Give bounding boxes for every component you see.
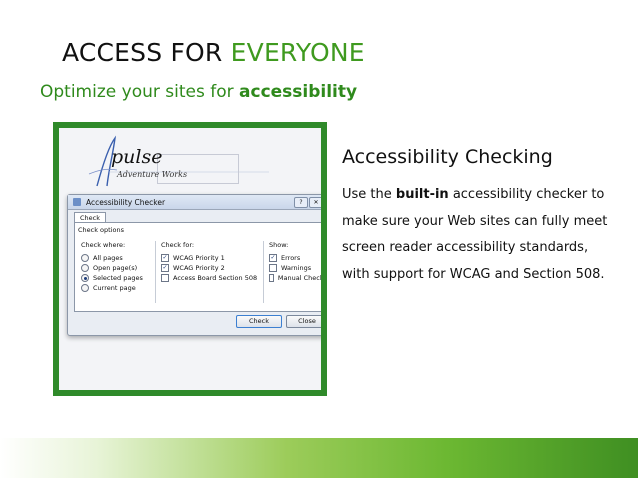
body-bold: built-in bbox=[395, 187, 449, 202]
title-prefix: ACCESS FOR bbox=[62, 38, 231, 67]
pulse-logo-word: pulse bbox=[111, 146, 163, 168]
radio-open-pages[interactable]: Open page(s) bbox=[81, 263, 143, 273]
check-options-label: Check options bbox=[78, 226, 125, 234]
screenshot-frame: pulse Adventure Works Accessibility Chec… bbox=[53, 122, 327, 396]
radio-button[interactable] bbox=[81, 264, 89, 272]
accessibility-checker-dialog: Accessibility Checker ? ✕ Check Check op… bbox=[67, 194, 321, 336]
checkbox-checked[interactable]: ✓ bbox=[161, 254, 169, 262]
slide-title: ACCESS FOR EVERYONE bbox=[62, 38, 365, 67]
checkbox-wcag-priority-2[interactable]: ✓ WCAG Priority 2 bbox=[161, 263, 257, 273]
footer-gradient-bar bbox=[0, 438, 638, 478]
check-options-panel: Check options Check where: All pages Ope… bbox=[74, 222, 321, 312]
section-body: Use the built-in accessibility checker t… bbox=[342, 182, 612, 288]
column-divider bbox=[263, 241, 264, 303]
close-icon[interactable]: ✕ bbox=[309, 197, 321, 208]
subtitle-bold: accessibility bbox=[239, 82, 358, 102]
check-button[interactable]: Check bbox=[236, 315, 282, 328]
radio-button-selected[interactable] bbox=[81, 274, 89, 282]
checkbox-errors[interactable]: ✓ Errors bbox=[269, 253, 321, 263]
radio-button[interactable] bbox=[81, 254, 89, 262]
subtitle-prefix: Optimize your sites for bbox=[40, 82, 240, 102]
checkbox-unchecked[interactable] bbox=[161, 274, 169, 282]
column-divider bbox=[155, 241, 156, 303]
check-where-group: Check where: All pages Open page(s) Sele… bbox=[81, 241, 143, 293]
dialog-app-icon bbox=[73, 198, 81, 206]
checkbox-unchecked[interactable] bbox=[269, 274, 274, 282]
checkbox-checked[interactable]: ✓ bbox=[161, 264, 169, 272]
help-icon[interactable]: ? bbox=[294, 197, 308, 208]
check-for-label: Check for: bbox=[161, 241, 195, 249]
radio-all-pages[interactable]: All pages bbox=[81, 253, 143, 263]
checkbox-checked[interactable]: ✓ bbox=[269, 254, 277, 262]
body-prefix: Use the bbox=[342, 187, 396, 202]
checkbox-section-508[interactable]: Access Board Section 508 bbox=[161, 273, 257, 283]
radio-button[interactable] bbox=[81, 284, 89, 292]
slide-subtitle: Optimize your sites for accessibility bbox=[40, 82, 357, 102]
checkbox-manual-checks[interactable]: Manual Checks bbox=[269, 273, 321, 283]
radio-current-page[interactable]: Current page bbox=[81, 283, 143, 293]
checkbox-wcag-priority-1[interactable]: ✓ WCAG Priority 1 bbox=[161, 253, 257, 263]
pulse-logo-tagline: Adventure Works bbox=[117, 170, 188, 179]
screenshot-image: pulse Adventure Works Accessibility Chec… bbox=[59, 128, 321, 390]
checkbox-warnings[interactable]: Warnings bbox=[269, 263, 321, 273]
dialog-titlebar: Accessibility Checker ? ✕ bbox=[68, 195, 321, 210]
dialog-title: Accessibility Checker bbox=[86, 198, 166, 207]
title-accent: EVERYONE bbox=[230, 38, 365, 67]
show-group: Show: ✓Errors Warnings Manual Checks bbox=[269, 241, 321, 283]
section-heading: Accessibility Checking bbox=[342, 146, 553, 168]
logo-outline-box bbox=[157, 154, 239, 184]
check-where-label: Check where: bbox=[81, 241, 126, 249]
close-button[interactable]: Close bbox=[286, 315, 321, 328]
check-for-group: Check for: ✓ WCAG Priority 1 ✓ WCAG Priori… bbox=[161, 241, 257, 283]
radio-selected-pages[interactable]: Selected pages bbox=[81, 273, 143, 283]
show-label: Show: bbox=[269, 241, 289, 249]
checkbox-unchecked[interactable] bbox=[269, 264, 277, 272]
